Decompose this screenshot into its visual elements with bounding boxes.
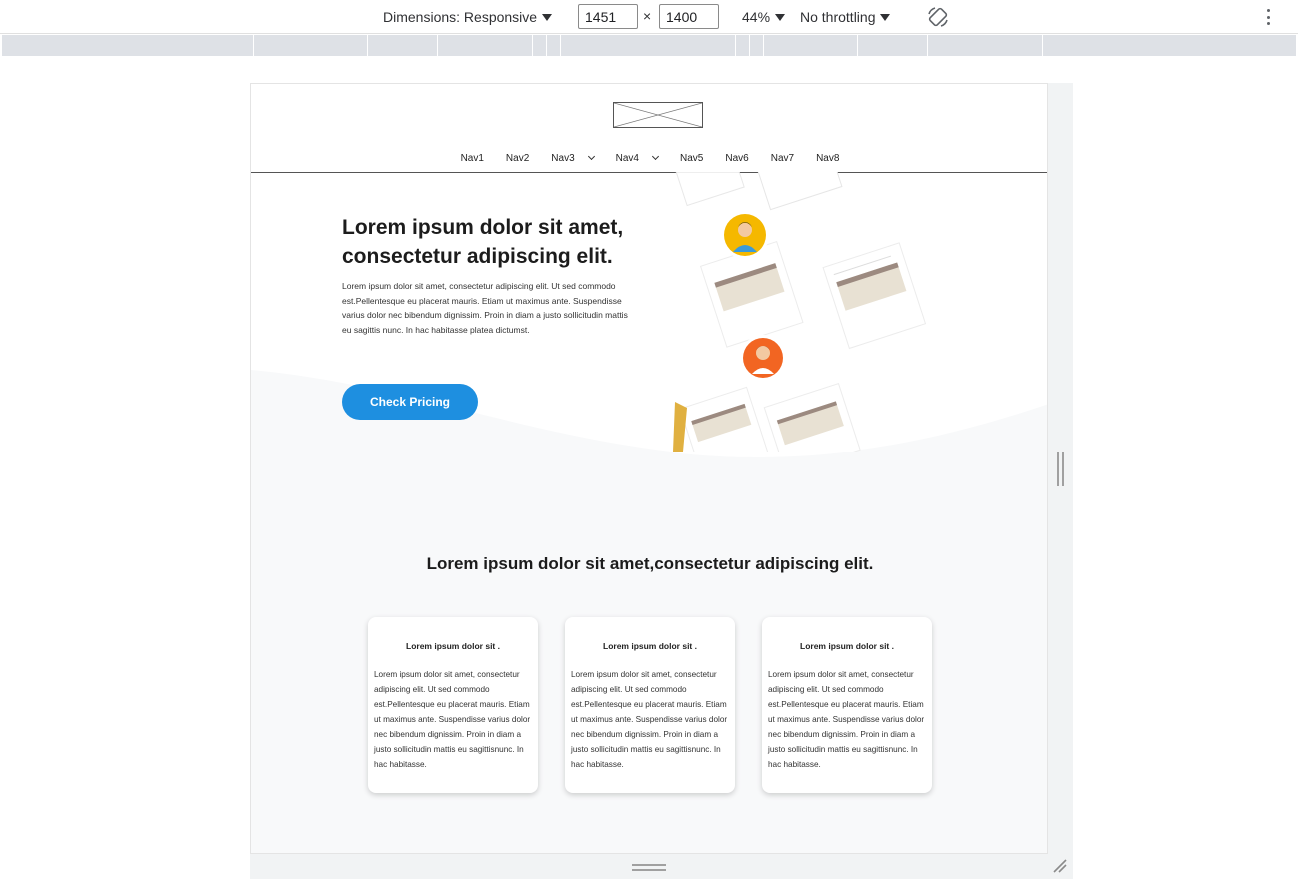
devtools-device-toolbar: Dimensions: Responsive × 44% No throttli… [0, 0, 1298, 34]
dimensions-label: Dimensions: Responsive [383, 9, 538, 25]
caret-down-icon [880, 13, 891, 21]
caret-down-icon [775, 13, 786, 21]
nav-item-6[interactable]: Nav6 [725, 153, 748, 164]
card-text: Lorem ipsum dolor sit amet, consectetur … [768, 670, 925, 769]
nav-item-7[interactable]: Nav7 [771, 153, 794, 164]
caret-down-icon [542, 13, 553, 21]
chevron-down-icon [651, 152, 660, 161]
times-sign: × [643, 8, 652, 24]
width-input[interactable] [578, 4, 638, 29]
section-title: Lorem ipsum dolor sit amet,consectetur a… [426, 554, 874, 573]
dimensions-dropdown[interactable]: Dimensions: Responsive [383, 0, 553, 34]
right-resize-handle[interactable] [1057, 452, 1064, 486]
avatar-icon [740, 335, 786, 381]
card-title: Lorem ipsum dolor sit . [406, 641, 500, 651]
logo-placeholder[interactable] [613, 102, 703, 128]
bottom-resize-handle[interactable] [632, 864, 666, 871]
throttling-dropdown[interactable]: No throttling [800, 0, 891, 34]
corner-resize-icon[interactable] [1052, 858, 1068, 874]
nav-item-4[interactable]: Nav4 [616, 152, 660, 164]
feature-card: Lorem ipsum dolor sit . Lorem ipsum dolo… [762, 617, 932, 793]
hero-illustration [672, 172, 927, 452]
card-text: Lorem ipsum dolor sit amet, consectetur … [571, 670, 728, 769]
hero-title: Lorem ipsum dolor sit amet, consectetur … [342, 216, 624, 268]
main-nav: Nav1 Nav2 Nav3 Nav4 Nav5 Nav6 Nav7 Nav8 [251, 144, 1047, 172]
throttling-label: No throttling [800, 9, 876, 25]
zoom-label: 44% [742, 9, 771, 25]
feature-card: Lorem ipsum dolor sit . Lorem ipsum dolo… [368, 617, 538, 793]
feature-card: Lorem ipsum dolor sit . Lorem ipsum dolo… [565, 617, 735, 793]
media-query-bar[interactable] [2, 35, 1296, 56]
nav-item-1[interactable]: Nav1 [461, 153, 484, 164]
more-vertical-icon[interactable] [1260, 7, 1276, 27]
nav-item-8[interactable]: Nav8 [816, 153, 839, 164]
nav-item-3[interactable]: Nav3 [551, 152, 595, 164]
nav-item-2[interactable]: Nav2 [506, 153, 529, 164]
check-pricing-button[interactable]: Check Pricing [342, 384, 478, 420]
hero-description: Lorem ipsum dolor sit amet, consectetur … [342, 281, 628, 335]
chevron-down-icon [587, 152, 595, 161]
zoom-dropdown[interactable]: 44% [742, 0, 786, 34]
card-title: Lorem ipsum dolor sit . [800, 641, 894, 651]
rotate-icon[interactable] [926, 5, 950, 29]
nav-item-5[interactable]: Nav5 [680, 153, 703, 164]
card-title: Lorem ipsum dolor sit . [603, 641, 697, 651]
height-input[interactable] [659, 4, 719, 29]
emulated-page: Nav1 Nav2 Nav3 Nav4 Nav5 Nav6 Nav7 Nav8 … [250, 83, 1048, 854]
avatar-icon [721, 211, 769, 259]
card-text: Lorem ipsum dolor sit amet, consectetur … [374, 670, 531, 769]
